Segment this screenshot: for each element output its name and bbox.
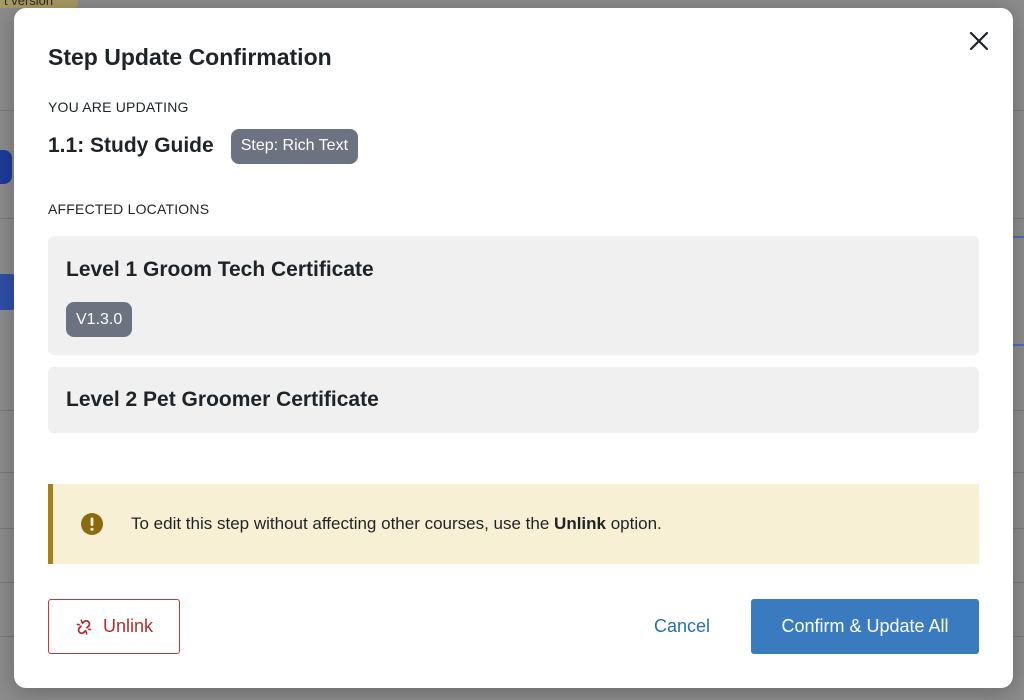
unlink-button[interactable]: Unlink (48, 599, 180, 654)
background-version-badge: t version (0, 0, 78, 8)
notice-text-after: option. (606, 514, 662, 533)
step-type-badge: Step: Rich Text (230, 128, 359, 164)
exclamation-circle-icon (81, 513, 103, 535)
close-icon (969, 31, 989, 51)
step-summary: 1.1: Study Guide Step: Rich Text (48, 128, 359, 164)
unlink-notice: To edit this step without affecting othe… (48, 484, 979, 564)
notice-text-before: To edit this step without affecting othe… (131, 514, 555, 533)
step-update-confirmation-dialog: Step Update Confirmation YOU ARE UPDATIN… (14, 8, 1013, 688)
affected-locations-label: AFFECTED LOCATIONS (48, 201, 210, 217)
confirm-update-all-button[interactable]: Confirm & Update All (751, 599, 979, 654)
location-version-badge: V1.3.0 (66, 302, 133, 337)
location-name: Level 1 Groom Tech Certificate (66, 258, 374, 281)
notice-text: To edit this step without affecting othe… (131, 514, 662, 534)
close-button[interactable] (966, 28, 992, 54)
affected-location-card: Level 1 Groom Tech Certificate V1.3.0 (48, 236, 979, 355)
notice-text-bold: Unlink (554, 514, 606, 533)
background-blue-tab (0, 274, 14, 310)
location-name: Level 2 Pet Groomer Certificate (66, 388, 379, 411)
step-name: 1.1: Study Guide (48, 134, 214, 157)
updating-section-label: YOU ARE UPDATING (48, 99, 189, 115)
cancel-button[interactable]: Cancel (636, 599, 728, 654)
dialog-title: Step Update Confirmation (48, 44, 332, 70)
affected-location-card: Level 2 Pet Groomer Certificate (48, 367, 979, 433)
background-blue-pill (0, 150, 12, 184)
unlink-button-label: Unlink (102, 616, 154, 636)
unlink-icon (76, 618, 92, 635)
